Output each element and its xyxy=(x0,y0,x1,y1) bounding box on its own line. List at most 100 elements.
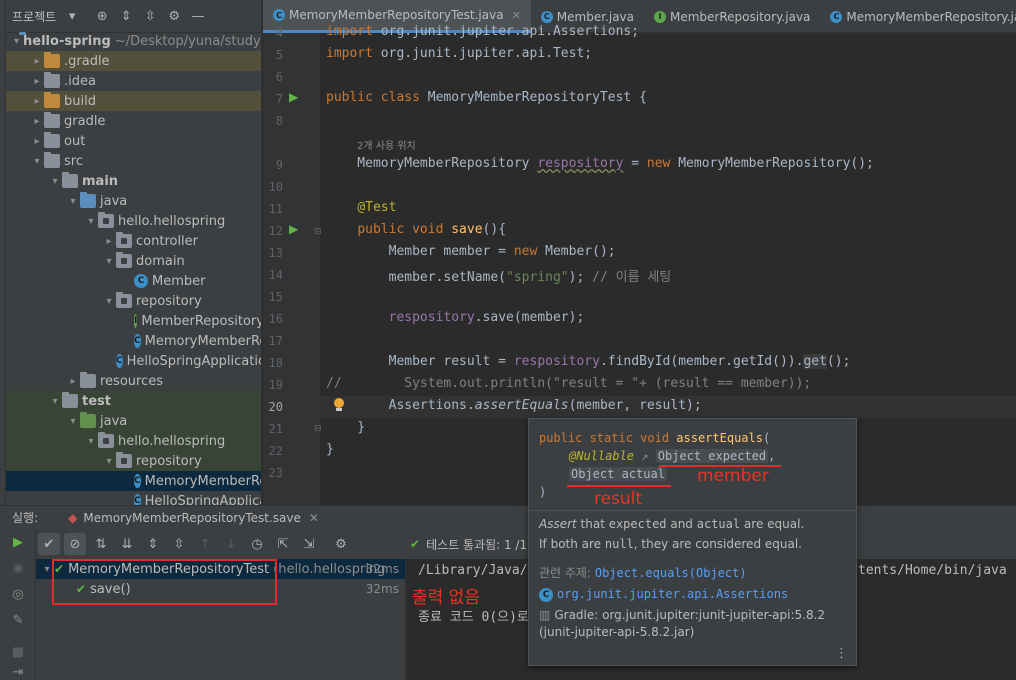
next-failed-icon[interactable]: ↓ xyxy=(220,533,242,555)
history-icon[interactable]: ◷ xyxy=(246,533,268,555)
tree-item-resources[interactable]: ▸ resources xyxy=(6,371,261,391)
more-options-icon[interactable]: ⋮ xyxy=(835,646,848,661)
import-icon[interactable]: ⇲ xyxy=(298,533,320,555)
tree-item-memory-member-repository-test[interactable]: C MemoryMemberRepositoryTest xyxy=(6,471,261,491)
sort-alpha-icon[interactable]: ⇅ xyxy=(90,533,112,555)
collapse-all-icon[interactable]: ⇳ xyxy=(168,533,190,555)
chevron-down-icon[interactable]: ▾ xyxy=(84,216,98,227)
tree-item-hello-spring-application-tests[interactable]: C HelloSpringApplicationTests xyxy=(6,491,261,505)
chevron-down-icon[interactable]: ▾ xyxy=(62,6,82,26)
line-number: 6 xyxy=(275,70,283,84)
run-test-icon[interactable]: ▶ xyxy=(289,90,298,104)
doc-gradle-jar: (junit-jupiter-api-5.8.2.jar) xyxy=(539,625,695,639)
fold-icon[interactable]: ⊟ xyxy=(314,227,322,237)
class-icon: C xyxy=(134,334,141,348)
tree-item-hello-spring[interactable]: ▾ hello-spring ~/Desktop/yuna/study/ xyxy=(6,31,261,51)
class-icon: C xyxy=(540,10,553,23)
chevron-down-icon[interactable]: ▾ xyxy=(102,256,116,267)
tree-item-controller[interactable]: ▸ controller xyxy=(6,231,261,251)
expand-all-icon[interactable]: ⇕ xyxy=(116,6,136,26)
show-ignored-icon[interactable]: ⊘ xyxy=(64,533,86,555)
gear-icon[interactable]: ⚙ xyxy=(164,6,184,26)
export-icon[interactable]: ⇱ xyxy=(272,533,294,555)
quick-documentation-popup[interactable]: public static void assertEquals( @Nullab… xyxy=(528,418,857,666)
camera-icon[interactable]: ◎ xyxy=(10,587,26,603)
chevron-down-icon[interactable]: ▾ xyxy=(48,396,62,407)
stop-icon[interactable]: ■ xyxy=(10,645,26,661)
debug-icon[interactable]: ◉ xyxy=(10,561,26,577)
minimize-icon[interactable]: — xyxy=(188,6,208,26)
tree-item-package[interactable]: ▾ hello.hellospring xyxy=(6,211,261,231)
class-icon: C xyxy=(134,274,148,288)
rerun-icon[interactable]: ▶ xyxy=(10,535,26,551)
show-passed-icon[interactable]: ✔ xyxy=(38,533,60,555)
tree-item-test-repository[interactable]: ▾ repository xyxy=(6,451,261,471)
pin-icon[interactable]: ⇥ xyxy=(10,665,26,680)
tree-item-build[interactable]: ▸ build xyxy=(6,91,261,111)
tree-item-src[interactable]: ▾ src xyxy=(6,151,261,171)
wrench-icon[interactable]: ✎ xyxy=(10,613,26,629)
line-number: 22 xyxy=(268,444,283,458)
folder-icon xyxy=(44,52,60,68)
tree-item-hello-spring-application[interactable]: C HelloSpringApplication xyxy=(6,351,261,371)
chevron-down-icon[interactable]: ▾ xyxy=(48,176,62,187)
signature-line: @Nullable ↗ Object expected, xyxy=(569,449,776,463)
source-folder-icon xyxy=(80,192,96,208)
fold-icon[interactable]: ⊟ xyxy=(314,424,322,434)
chevron-right-icon[interactable]: ▸ xyxy=(30,96,44,107)
chevron-down-icon[interactable]: ▾ xyxy=(102,456,116,467)
chevron-right-icon[interactable]: ▸ xyxy=(30,116,44,127)
sort-duration-icon[interactable]: ⇊ xyxy=(116,533,138,555)
tree-item-domain[interactable]: ▾ domain xyxy=(6,251,261,271)
run-tab[interactable]: ◆ MemoryMemberRepositoryTest.save ✕ xyxy=(68,511,319,525)
chevron-right-icon[interactable]: ▸ xyxy=(30,136,44,147)
chevron-down-icon[interactable]: ▾ xyxy=(30,156,44,167)
related-link[interactable]: Object.equals(Object) xyxy=(595,566,747,580)
project-panel-title[interactable]: 프로젝트 xyxy=(12,8,56,25)
gear-icon[interactable]: ⚙ xyxy=(330,533,352,555)
chevron-down-icon[interactable]: ▾ xyxy=(14,36,19,47)
tree-item-main[interactable]: ▾ main xyxy=(6,171,261,191)
tree-item-idea[interactable]: ▸ .idea xyxy=(6,71,261,91)
tree-item-java[interactable]: ▾ java xyxy=(6,191,261,211)
line-number: 4 xyxy=(275,26,283,40)
close-icon[interactable]: ✕ xyxy=(309,511,319,525)
tree-item-gradle[interactable]: ▸ gradle xyxy=(6,111,261,131)
expand-all-icon[interactable]: ⇕ xyxy=(142,533,164,555)
tree-item-test[interactable]: ▾ test xyxy=(6,391,261,411)
tab-memory-member-repository[interactable]: C MemoryMemberRepository.java xyxy=(820,0,1016,33)
chevron-down-icon[interactable]: ▾ xyxy=(84,436,98,447)
tree-item-repository[interactable]: ▾ repository xyxy=(6,291,261,311)
chevron-right-icon[interactable]: ▸ xyxy=(66,376,80,387)
tree-item-memory-member-repository[interactable]: C MemoryMemberRepository xyxy=(6,331,261,351)
code-line: } xyxy=(326,442,334,457)
console-line: tents/Home/bin/java xyxy=(858,563,1007,578)
tree-item-member-repository[interactable]: I MemberRepository xyxy=(6,311,261,331)
class-link[interactable]: org.junit.jupiter.api.Assertions xyxy=(557,587,788,601)
chevron-right-icon[interactable]: ▸ xyxy=(102,236,116,247)
crosshair-icon[interactable]: ⊕ xyxy=(92,6,112,26)
signature-line: public static void assertEquals( xyxy=(539,431,771,445)
chevron-down-icon[interactable]: ▾ xyxy=(66,196,80,207)
close-icon[interactable]: ✕ xyxy=(512,9,521,22)
tree-item-gradle-dir[interactable]: ▸ .gradle xyxy=(6,51,261,71)
run-test-icon[interactable]: ▶ xyxy=(289,222,298,236)
chevron-right-icon[interactable]: ▸ xyxy=(30,76,44,87)
tree-item-test-java[interactable]: ▾ java xyxy=(6,411,261,431)
tree-label: hello.hellospring xyxy=(118,433,226,449)
tree-label: test xyxy=(82,393,111,409)
tree-item-test-package[interactable]: ▾ hello.hellospring xyxy=(6,431,261,451)
chevron-right-icon[interactable]: ▸ xyxy=(30,56,44,67)
tree-item-member[interactable]: C Member xyxy=(6,271,261,291)
tree-label-path: ~/Desktop/yuna/study/ xyxy=(114,33,262,49)
class-icon: C xyxy=(539,587,553,602)
tab-member-repository[interactable]: I MemberRepository.java xyxy=(644,0,820,33)
usage-hint[interactable]: 2개 사용 위치 xyxy=(357,137,416,152)
line-number: 23 xyxy=(268,466,283,480)
chevron-down-icon[interactable]: ▾ xyxy=(102,296,116,307)
collapse-all-icon[interactable]: ⇳ xyxy=(140,6,160,26)
tree-item-out[interactable]: ▸ out xyxy=(6,131,261,151)
previous-failed-icon[interactable]: ↑ xyxy=(194,533,216,555)
chevron-down-icon[interactable]: ▾ xyxy=(66,416,80,427)
line-number: 5 xyxy=(275,48,283,62)
